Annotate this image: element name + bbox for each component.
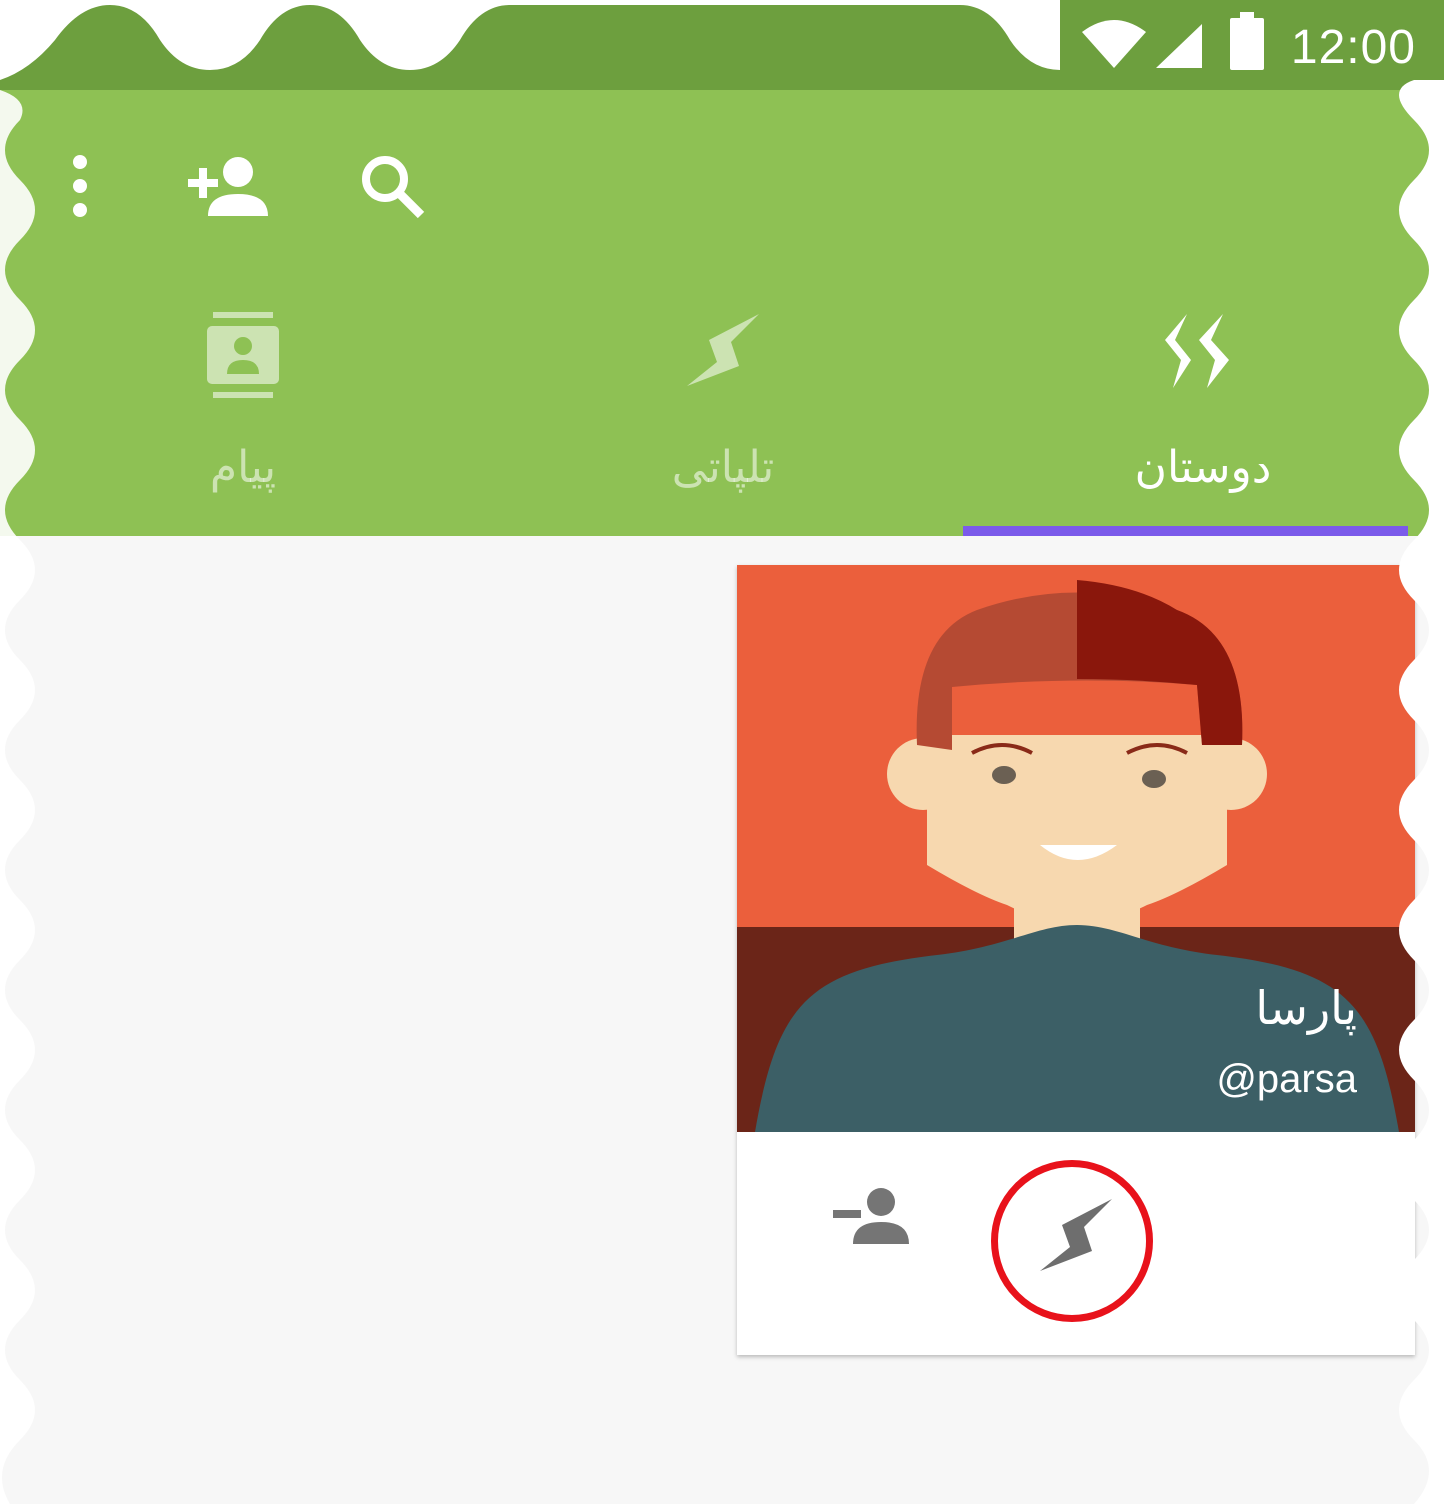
remove-friend-icon <box>833 1188 909 1244</box>
double-lightning-icon <box>1165 314 1229 388</box>
tab-label: پیام <box>209 442 277 493</box>
telepathy-lightning-icon <box>1040 1199 1112 1271</box>
friend-card[interactable]: پارسا @parsa <box>737 565 1415 1355</box>
search-button[interactable] <box>344 138 440 234</box>
torn-edge-right <box>1399 80 1444 1504</box>
tab-messages[interactable]: پیام <box>3 290 483 536</box>
tab-telepathy[interactable]: تلپاتی <box>483 290 963 536</box>
add-friend-button[interactable] <box>180 138 276 234</box>
telepathy-button[interactable] <box>999 1160 1153 1314</box>
friend-name: پارسا <box>1255 981 1357 1035</box>
more-options-icon <box>73 155 87 217</box>
torn-edge-left <box>0 90 35 1504</box>
contact-card-icon <box>207 312 279 398</box>
card-actions <box>737 1132 1415 1355</box>
friend-avatar-illustration <box>737 565 1415 1132</box>
tab-label: تلپاتی <box>671 442 775 493</box>
torn-edge-top <box>0 0 1060 80</box>
search-icon <box>362 156 425 219</box>
selected-tab-indicator <box>963 526 1408 536</box>
lightning-icon <box>687 314 759 386</box>
app-bar: پیام تلپاتی دوستان <box>0 90 1444 536</box>
tab-label: دوستان <box>1134 442 1272 493</box>
tab-friends[interactable]: دوستان <box>963 290 1443 536</box>
friend-avatar: پارسا @parsa <box>737 565 1415 1132</box>
remove-friend-button[interactable] <box>823 1168 919 1264</box>
add-friend-icon <box>188 157 268 216</box>
friend-username: @parsa <box>1216 1057 1357 1101</box>
